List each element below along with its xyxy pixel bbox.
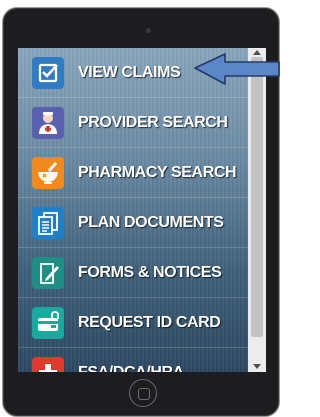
menu-item-request-id-card[interactable]: REQUEST ID CARD — [18, 298, 248, 348]
callout-arrow-icon — [194, 53, 280, 85]
menu-item-label: PROVIDER SEARCH — [78, 114, 228, 131]
doctor-icon — [32, 107, 64, 139]
documents-icon — [32, 207, 64, 239]
mortar-pestle-icon — [32, 157, 64, 189]
menu-item-label: PHARMACY SEARCH — [78, 164, 237, 181]
menu-item-label: FORMS & NOTICES — [78, 264, 222, 281]
scrollbar[interactable] — [248, 48, 266, 372]
home-square-icon — [138, 388, 150, 400]
menu-item-label: VIEW CLAIMS — [78, 64, 181, 81]
menu-item-fsa-dca-hra[interactable]: FSA/DCA/HRA — [18, 348, 248, 372]
menu-item-forms-notices[interactable]: FORMS & NOTICES — [18, 248, 248, 298]
app-screen: VIEW CLAIMS PROVIDER SEARCH PHARMACY SEA… — [18, 48, 266, 372]
camera-icon — [146, 28, 151, 33]
menu-item-provider-search[interactable]: PROVIDER SEARCH — [18, 98, 248, 148]
menu-item-label: PLAN DOCUMENTS — [78, 214, 224, 231]
menu-item-pharmacy-search[interactable]: PHARMACY SEARCH — [18, 148, 248, 198]
scrollbar-thumb[interactable] — [251, 57, 263, 337]
checkbox-icon — [32, 57, 64, 89]
menu-item-label: FSA/DCA/HRA — [78, 364, 184, 372]
form-edit-icon — [32, 257, 64, 289]
medical-cross-icon — [32, 357, 64, 372]
menu-item-plan-documents[interactable]: PLAN DOCUMENTS — [18, 198, 248, 248]
id-card-lock-icon — [32, 307, 64, 339]
menu-item-label: REQUEST ID CARD — [78, 314, 221, 331]
scroll-down-arrow-icon[interactable] — [253, 364, 261, 369]
